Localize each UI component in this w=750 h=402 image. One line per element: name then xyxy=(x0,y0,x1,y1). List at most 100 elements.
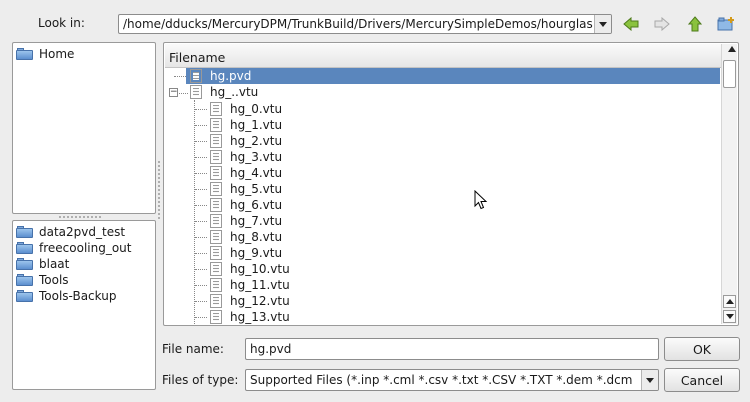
file-row[interactable]: hg_4.vtu xyxy=(210,165,282,181)
document-icon xyxy=(210,262,222,276)
file-name: hg_5.vtu xyxy=(230,182,283,196)
bookmark-label: Tools-Backup xyxy=(39,289,117,303)
file-name: hg_9.vtu xyxy=(230,246,283,260)
file-name: hg_8.vtu xyxy=(230,230,283,244)
document-icon xyxy=(210,294,222,308)
file-name: hg_10.vtu xyxy=(230,262,290,276)
vertical-splitter-handle[interactable] xyxy=(157,160,161,220)
file-row[interactable]: hg_13.vtu xyxy=(210,309,290,325)
file-row[interactable]: hg_6.vtu xyxy=(210,197,282,213)
bookmark-item[interactable]: freecooling_out xyxy=(16,240,131,256)
document-icon xyxy=(210,150,222,164)
chevron-down-icon xyxy=(725,314,734,319)
file-name: hg_4.vtu xyxy=(230,166,283,180)
file-name: hg_11.vtu xyxy=(230,278,290,292)
chevron-down-icon xyxy=(646,377,654,383)
document-icon xyxy=(190,85,202,99)
file-name: hg_..vtu xyxy=(210,85,259,99)
document-icon xyxy=(210,134,222,148)
document-icon xyxy=(210,246,222,260)
bookmark-item[interactable]: Tools xyxy=(16,272,69,288)
look-in-combo[interactable]: /home/dducks/MercuryDPM/TrunkBuild/Drive… xyxy=(118,14,612,34)
file-type-dropdown-button[interactable] xyxy=(641,370,658,390)
file-row[interactable]: hg_2.vtu xyxy=(210,133,282,149)
file-row[interactable]: hg_10.vtu xyxy=(210,261,290,277)
back-button[interactable] xyxy=(619,12,643,36)
document-icon xyxy=(210,198,222,212)
file-row[interactable]: hg_0.vtu xyxy=(210,101,282,117)
scroll-up-button[interactable] xyxy=(723,295,736,308)
document-icon xyxy=(210,214,222,228)
document-icon xyxy=(210,182,222,196)
tree-line xyxy=(179,93,188,94)
file-row[interactable]: hg_9.vtu xyxy=(210,245,282,261)
file-name-input[interactable]: hg.pvd xyxy=(245,338,659,360)
bookmark-label: Tools xyxy=(39,273,69,287)
document-icon xyxy=(210,102,222,116)
file-row[interactable]: hg_7.vtu xyxy=(210,213,282,229)
new-folder-button[interactable] xyxy=(714,12,738,36)
look-in-path: /home/dducks/MercuryDPM/TrunkBuild/Drive… xyxy=(123,17,593,31)
document-icon xyxy=(190,69,202,83)
bookmark-item[interactable]: data2pvd_test xyxy=(16,224,125,240)
document-icon xyxy=(210,118,222,132)
bookmark-item[interactable]: blaat xyxy=(16,256,69,272)
up-button[interactable] xyxy=(683,12,707,36)
bookmark-item[interactable]: Tools-Backup xyxy=(16,288,116,304)
new-folder-icon xyxy=(717,17,734,31)
look-in-label: Look in: xyxy=(38,16,85,30)
forward-button[interactable] xyxy=(650,12,674,36)
file-row[interactable]: hg_11.vtu xyxy=(210,277,290,293)
bookmark-label: data2pvd_test xyxy=(39,225,126,239)
scrollbar-thumb[interactable] xyxy=(723,60,736,88)
file-name: hg_6.vtu xyxy=(230,198,283,212)
collapse-toggle-icon[interactable]: − xyxy=(169,88,178,97)
scroll-down-button[interactable] xyxy=(723,310,736,323)
folder-icon xyxy=(16,226,33,238)
file-type-label: Files of type: xyxy=(162,373,239,387)
file-type-select[interactable]: Supported Files (*.inp *.cml *.csv *.txt… xyxy=(245,369,659,391)
folder-icon xyxy=(16,290,33,302)
chevron-up-icon xyxy=(725,299,734,304)
look-in-dropdown-button[interactable] xyxy=(594,15,611,33)
file-list[interactable]: Filename − hg.pvd hg_..vtu hg_0.vtu hg_1… xyxy=(163,42,739,326)
file-group-row[interactable]: hg_..vtu xyxy=(190,84,258,100)
file-name: hg_0.vtu xyxy=(230,102,283,116)
mouse-pointer-icon xyxy=(474,190,488,210)
scroll-up-arrow-icon[interactable] xyxy=(728,46,736,52)
file-row[interactable]: hg_3.vtu xyxy=(210,149,282,165)
document-icon xyxy=(210,230,222,244)
file-name: hg_3.vtu xyxy=(230,150,283,164)
folder-icon xyxy=(16,242,33,254)
chevron-down-icon xyxy=(599,21,607,27)
filename-column-header[interactable]: Filename xyxy=(165,44,721,68)
bookmark-label: blaat xyxy=(39,257,70,271)
file-row[interactable]: hg_1.vtu xyxy=(210,117,282,133)
file-name-label: File name: xyxy=(162,342,224,356)
file-row[interactable]: hg_5.vtu xyxy=(210,181,282,197)
back-arrow-icon xyxy=(623,17,639,31)
file-name: hg_7.vtu xyxy=(230,214,283,228)
file-row[interactable]: hg_12.vtu xyxy=(210,293,290,309)
document-icon xyxy=(210,166,222,180)
file-name: hg_2.vtu xyxy=(230,134,283,148)
file-name: hg_12.vtu xyxy=(230,294,290,308)
document-icon xyxy=(210,278,222,292)
forward-arrow-icon xyxy=(654,17,670,31)
horizontal-splitter-handle[interactable] xyxy=(58,215,102,219)
places-pane: Home xyxy=(12,42,156,214)
file-row-hg-pvd[interactable]: hg.pvd xyxy=(186,68,720,84)
tree-line xyxy=(194,100,195,325)
document-icon xyxy=(210,310,222,324)
folder-icon xyxy=(16,258,33,270)
place-home[interactable]: Home xyxy=(16,46,74,62)
file-name: hg.pvd xyxy=(210,69,252,83)
bookmark-label: freecooling_out xyxy=(39,241,132,255)
file-row[interactable]: hg_8.vtu xyxy=(210,229,282,245)
folder-icon xyxy=(16,48,33,60)
ok-button[interactable]: OK xyxy=(664,337,740,361)
cancel-button[interactable]: Cancel xyxy=(664,368,740,392)
bookmarks-pane: data2pvd_test freecooling_out blaat Tool… xyxy=(12,220,156,390)
up-arrow-icon xyxy=(688,16,702,32)
place-label: Home xyxy=(39,47,75,61)
